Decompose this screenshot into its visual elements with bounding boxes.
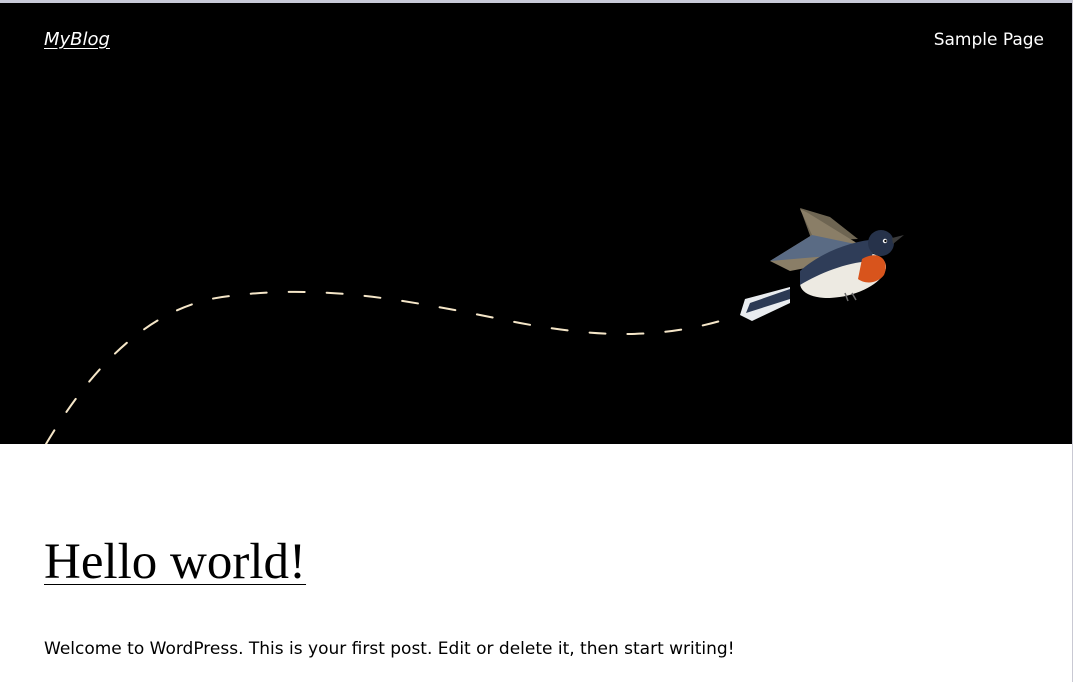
post-title-link[interactable]: Hello world! [44,534,306,590]
flight-trail [45,290,721,444]
main-content: Hello world! Welcome to WordPress. This … [0,444,1072,682]
hero-illustration [45,208,904,444]
bird-icon [740,208,904,321]
header-hero: MyBlog Sample Page [0,3,1072,444]
page: MyBlog Sample Page Hello world! Welcome … [0,0,1073,682]
post-excerpt: Welcome to WordPress. This is your first… [44,639,735,659]
